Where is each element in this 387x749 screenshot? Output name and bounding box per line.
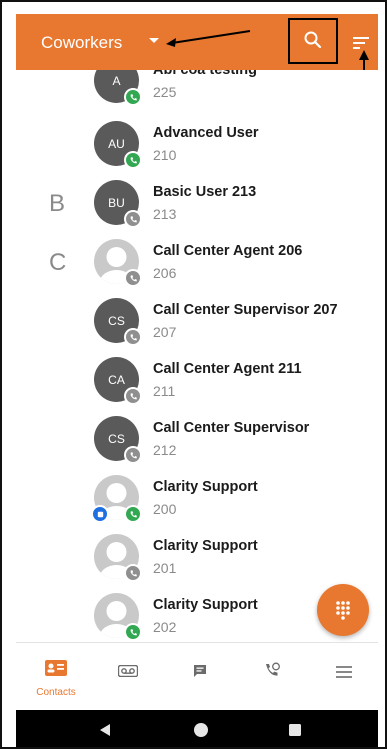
phone-icon xyxy=(130,274,137,281)
contact-row[interactable]: CS Call Center Supervisor 207 207 xyxy=(16,298,378,357)
annotation-arrow-icon xyxy=(166,30,251,47)
phone-icon xyxy=(130,392,137,399)
contact-name: Clarity Support xyxy=(153,479,258,495)
phone-icon xyxy=(130,156,137,163)
nav-call-history[interactable] xyxy=(236,643,308,711)
app-bar: Coworkers xyxy=(16,14,378,70)
contact-row[interactable]: A Abi coa testing 225 xyxy=(16,70,378,117)
chat-icon xyxy=(194,665,206,677)
nav-contacts-label: Contacts xyxy=(36,687,76,698)
contact-extension: 207 xyxy=(153,324,177,340)
dialpad-button[interactable] xyxy=(317,584,369,636)
contact-row[interactable]: AU Advanced User 210 xyxy=(16,121,378,180)
phone-icon xyxy=(130,451,137,458)
contact-extension: 213 xyxy=(153,206,177,222)
contact-name: Call Center Agent 211 xyxy=(153,361,302,377)
contact-row[interactable]: C Call Center Agent 206 206 xyxy=(16,239,378,298)
recents-icon[interactable] xyxy=(288,723,302,737)
contact-row[interactable]: CS Call Center Supervisor 212 xyxy=(16,416,378,475)
status-badge xyxy=(124,387,142,405)
search-icon xyxy=(304,31,322,49)
contact-name: Clarity Support xyxy=(153,538,258,554)
contact-name: Basic User 213 xyxy=(153,184,257,200)
contact-row[interactable]: CA Call Center Agent 211 211 xyxy=(16,357,378,416)
phone-icon xyxy=(130,510,137,517)
status-badge xyxy=(124,564,142,582)
bottom-navigation: Contacts xyxy=(16,642,378,711)
phone-icon xyxy=(130,333,137,340)
status-badge xyxy=(124,623,142,641)
contact-name: Advanced User xyxy=(153,125,259,141)
status-badge xyxy=(124,328,142,346)
phone-icon xyxy=(130,215,137,222)
dialpad-icon xyxy=(336,601,350,620)
nav-chat[interactable] xyxy=(164,643,236,711)
section-letter: C xyxy=(49,249,67,276)
contact-name: Call Center Supervisor xyxy=(153,420,310,436)
contact-row[interactable]: Clarity Support 200 xyxy=(16,475,378,534)
nav-more-menu[interactable] xyxy=(308,643,380,711)
back-icon[interactable] xyxy=(98,723,112,737)
status-badge xyxy=(124,210,142,228)
system-navigation-bar xyxy=(16,710,378,747)
chat-status-badge xyxy=(91,505,109,523)
contact-name: Call Center Agent 206 xyxy=(153,243,303,259)
contact-extension: 202 xyxy=(153,619,177,635)
contact-extension: 201 xyxy=(153,560,177,576)
contact-name: Call Center Supervisor 207 xyxy=(153,302,338,318)
contact-extension: 200 xyxy=(153,501,177,517)
phone-icon xyxy=(130,569,137,576)
chat-icon xyxy=(97,511,103,517)
call-history-icon xyxy=(266,662,280,676)
contact-extension: 212 xyxy=(153,442,177,458)
contact-name: Clarity Support xyxy=(153,597,258,613)
contact-list[interactable]: A Abi coa testing 225 AU Advanced User 2… xyxy=(16,70,378,642)
status-badge xyxy=(124,505,142,523)
status-badge xyxy=(124,269,142,287)
phone-screen: Coworkers A Abi coa testing 225 AU Advan… xyxy=(0,0,387,749)
status-badge xyxy=(124,446,142,464)
view-selector-title[interactable]: Coworkers xyxy=(41,33,122,53)
contact-extension: 225 xyxy=(153,84,177,100)
voicemail-icon xyxy=(118,665,138,677)
view-selector-dropdown-icon[interactable] xyxy=(149,38,159,43)
section-letter: B xyxy=(49,190,66,217)
contact-row[interactable]: B BU Basic User 213 213 xyxy=(16,180,378,239)
contact-extension: 210 xyxy=(153,147,177,163)
home-icon[interactable] xyxy=(192,721,210,739)
status-badge xyxy=(124,88,142,106)
contact-extension: 206 xyxy=(153,265,177,281)
phone-icon xyxy=(130,628,137,635)
phone-icon xyxy=(130,93,137,100)
nav-voicemail[interactable] xyxy=(92,643,164,711)
contacts-icon xyxy=(45,660,67,676)
contact-extension: 211 xyxy=(153,383,176,399)
menu-icon xyxy=(336,666,352,678)
contact-name: Abi coa testing xyxy=(153,70,257,78)
nav-contacts[interactable]: Contacts xyxy=(20,643,92,711)
status-badge xyxy=(124,151,142,169)
search-button[interactable] xyxy=(288,18,338,64)
